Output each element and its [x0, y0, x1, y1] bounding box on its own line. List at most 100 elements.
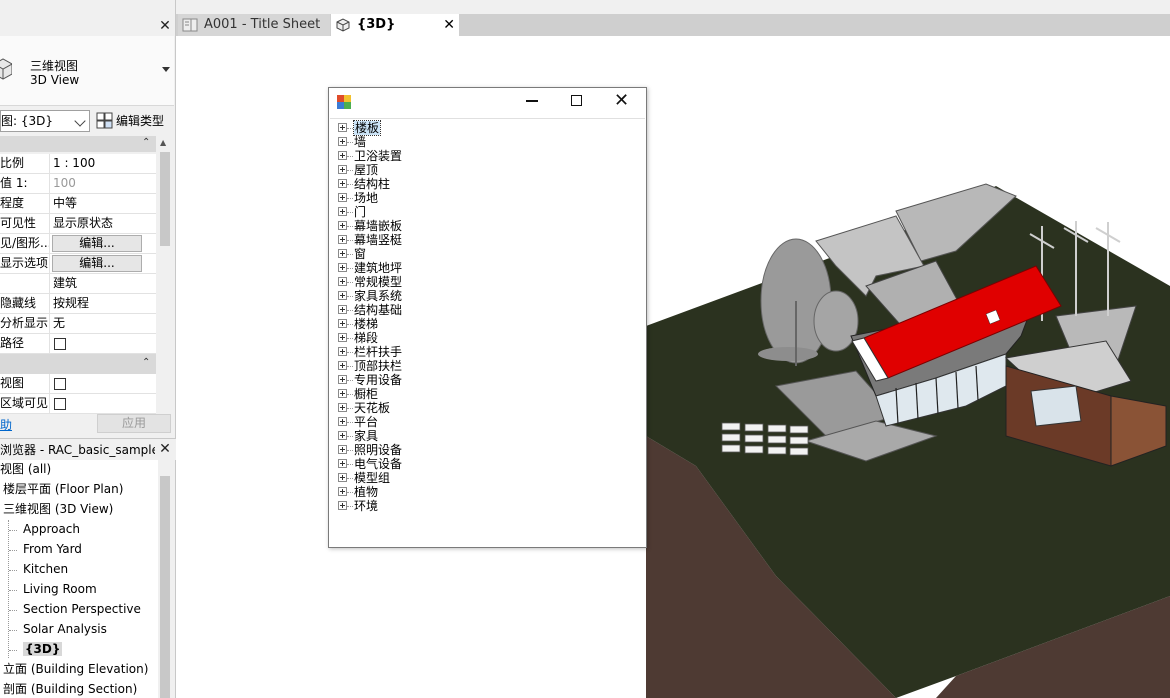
property-label: 视图 — [0, 374, 50, 393]
dialog-titlebar[interactable] — [329, 88, 646, 118]
tree-node-label: 窗 — [354, 247, 367, 261]
property-checkbox[interactable] — [54, 398, 66, 410]
property-checkbox[interactable] — [54, 338, 66, 350]
type-selector[interactable] — [0, 36, 174, 106]
close-properties-icon[interactable]: ✕ — [158, 19, 172, 33]
properties-scroll-thumb[interactable] — [160, 152, 170, 246]
close-tab-icon[interactable]: ✕ — [443, 14, 455, 36]
expand-plus-icon[interactable] — [338, 193, 347, 202]
properties-group-header[interactable]: ⌃ — [0, 136, 156, 152]
expand-plus-icon[interactable] — [338, 249, 347, 258]
expand-plus-icon[interactable] — [338, 459, 347, 468]
expand-plus-icon[interactable] — [338, 417, 347, 426]
minimize-icon[interactable] — [526, 100, 538, 102]
scroll-up-icon[interactable]: ▲ — [160, 138, 166, 147]
browser-item-selected[interactable]: {3D} — [23, 641, 63, 657]
browser-item-label: 剖面 (Building Section) — [3, 682, 138, 696]
tree-guide-line — [347, 156, 353, 157]
expand-plus-icon[interactable] — [338, 501, 347, 510]
property-value[interactable]: 显示原状态 — [53, 214, 153, 233]
tree-node-label: 墙 — [354, 135, 367, 149]
property-row[interactable]: 可见性 显示原状态 — [0, 214, 156, 234]
browser-item[interactable]: 楼层平面 (Floor Plan) — [3, 481, 123, 497]
property-row[interactable]: 值 1: 100 — [0, 174, 156, 194]
expand-plus-icon[interactable] — [338, 319, 347, 328]
close-icon[interactable]: ✕ — [614, 92, 629, 110]
tree-guide-line — [9, 530, 17, 531]
expand-plus-icon[interactable] — [338, 263, 347, 272]
expand-plus-icon[interactable] — [338, 235, 347, 244]
expand-plus-icon[interactable] — [338, 347, 347, 356]
browser-item[interactable]: Kitchen — [23, 561, 68, 577]
maximize-icon[interactable] — [571, 95, 582, 106]
property-label: 程度 — [0, 194, 50, 213]
collapse-icon[interactable]: ⌃ — [142, 137, 150, 148]
expand-plus-icon[interactable] — [338, 431, 347, 440]
tab-3d-view[interactable]: {3D} ✕ — [331, 14, 459, 36]
expand-plus-icon[interactable] — [338, 221, 347, 230]
property-value[interactable]: 1 : 100 — [53, 154, 153, 173]
property-row[interactable]: 分析显示...无 — [0, 314, 156, 334]
property-value[interactable]: 建筑 — [53, 274, 153, 293]
property-row[interactable]: 程度 中等 — [0, 194, 156, 214]
property-row[interactable]: 建筑 — [0, 274, 156, 294]
expand-plus-icon[interactable] — [338, 207, 347, 216]
property-row[interactable]: 隐藏线 按规程 — [0, 294, 156, 314]
apply-button[interactable]: 应用 — [97, 414, 171, 433]
browser-item[interactable]: Approach — [23, 521, 80, 537]
expand-plus-icon[interactable] — [338, 165, 347, 174]
edit-button[interactable]: 编辑... — [52, 235, 142, 252]
property-value[interactable]: 无 — [53, 314, 153, 333]
property-row[interactable]: 路径 — [0, 334, 156, 354]
close-browser-icon[interactable]: ✕ — [158, 442, 172, 456]
expand-plus-icon[interactable] — [338, 291, 347, 300]
browser-item[interactable]: From Yard — [23, 541, 82, 557]
property-checkbox[interactable] — [54, 378, 66, 390]
property-label: 可见性 — [0, 214, 50, 233]
browser-item[interactable]: 三维视图 (3D View) — [3, 501, 113, 517]
property-row[interactable]: 显示选项 编辑... — [0, 254, 156, 274]
expand-plus-icon[interactable] — [338, 277, 347, 286]
expand-plus-icon[interactable] — [338, 179, 347, 188]
property-value[interactable]: 100 — [53, 174, 153, 193]
browser-scroll-thumb[interactable] — [160, 476, 170, 698]
browser-item[interactable]: Section Perspective — [23, 601, 141, 617]
chevron-down-icon[interactable] — [162, 67, 170, 72]
properties-group-header[interactable]: ⌃ — [0, 354, 156, 374]
expand-plus-icon[interactable] — [338, 375, 347, 384]
expand-plus-icon[interactable] — [338, 137, 347, 146]
expand-plus-icon[interactable] — [338, 151, 347, 160]
tree-guide-line — [347, 128, 353, 129]
expand-plus-icon[interactable] — [338, 473, 347, 482]
browser-item[interactable]: 视图 (all) — [0, 461, 51, 477]
tree-node-label: 门 — [354, 205, 367, 219]
expand-plus-icon[interactable] — [338, 403, 347, 412]
expand-plus-icon[interactable] — [338, 487, 347, 496]
property-row[interactable]: 区域可见 — [0, 394, 156, 414]
collapse-icon[interactable]: ⌃ — [142, 357, 150, 368]
property-value[interactable]: 按规程 — [53, 294, 153, 313]
tree-guide-line — [347, 464, 353, 465]
expand-plus-icon[interactable] — [338, 389, 347, 398]
expand-plus-icon[interactable] — [338, 445, 347, 454]
browser-item[interactable]: Solar Analysis — [23, 621, 107, 637]
tree-guide-line — [347, 352, 353, 353]
browser-item[interactable]: Living Room — [23, 581, 97, 597]
browser-item-label: Approach — [23, 522, 81, 536]
property-row[interactable]: 比例 1 : 100 — [0, 154, 156, 174]
tree-node-label: 卫浴装置 — [354, 149, 403, 163]
expand-plus-icon[interactable] — [338, 361, 347, 370]
3d-viewport[interactable] — [176, 36, 1170, 698]
tab-title-sheet[interactable]: A001 - Title Sheet — [178, 14, 330, 36]
tree-guide-line — [8, 520, 9, 658]
expand-plus-icon[interactable] — [338, 123, 347, 132]
property-value[interactable]: 中等 — [53, 194, 153, 213]
expand-plus-icon[interactable] — [338, 305, 347, 314]
edit-button[interactable]: 编辑... — [52, 255, 142, 272]
browser-item[interactable]: 立面 (Building Elevation) — [3, 661, 148, 677]
property-row[interactable]: 见/图形... 编辑... — [0, 234, 156, 254]
expand-plus-icon[interactable] — [338, 333, 347, 342]
property-row[interactable]: 视图 — [0, 374, 156, 394]
properties-help-link[interactable]: 助 — [0, 416, 12, 433]
browser-item[interactable]: 剖面 (Building Section) — [3, 681, 137, 697]
